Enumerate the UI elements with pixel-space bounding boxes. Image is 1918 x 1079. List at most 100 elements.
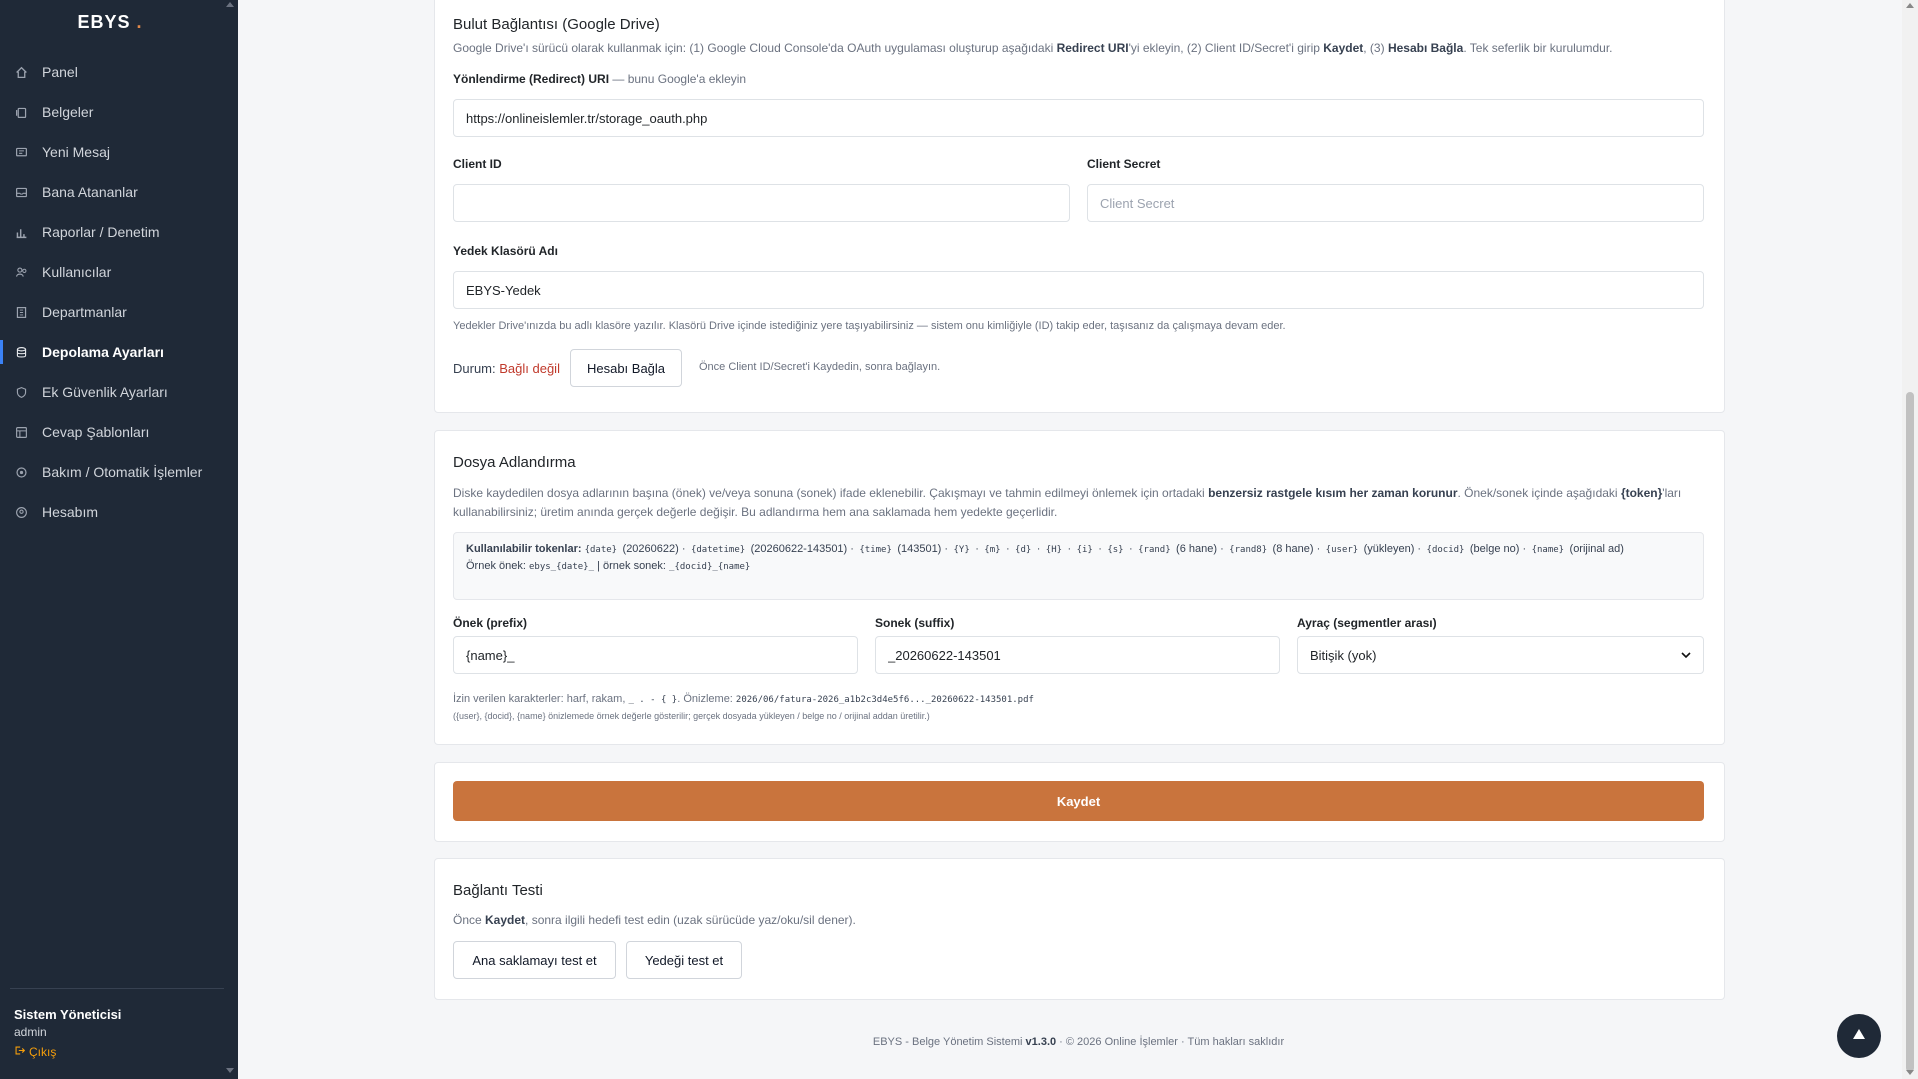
sidebar-item-kullanicilar[interactable]: Kullanıcılar [0, 252, 238, 292]
database-icon [14, 345, 28, 359]
status-label: Durum: [453, 361, 496, 376]
template-icon [14, 425, 28, 439]
client-secret-label: Client Secret [1087, 157, 1161, 171]
token-description: (6 hane) [1176, 543, 1218, 555]
sidebar-scroll-down-arrow[interactable] [226, 1068, 234, 1073]
token-code: {rand8} [1223, 545, 1273, 555]
example-suffix: _{docid}_{name} [669, 562, 751, 572]
tokens-label: Kullanılabilir tokenlar: [466, 543, 582, 555]
logout-link[interactable]: Çıkış [14, 1045, 121, 1059]
sidebar-item-depolama-ayarlari[interactable]: Depolama Ayarları [0, 332, 238, 372]
cloud-desc-part: 'yi ekleyin, (2) Client ID/Secret'i giri… [1128, 41, 1324, 55]
connect-account-button[interactable]: Hesabı Bağla [570, 349, 682, 387]
token-description: (orijinal ad) [1569, 543, 1624, 555]
logout-label: Çıkış [29, 1045, 57, 1059]
token-separator: · [678, 543, 686, 555]
shield-icon [14, 385, 28, 399]
scroll-down-arrow[interactable] [1906, 1070, 1914, 1075]
sidebar-item-belgeler[interactable]: Belgeler [0, 92, 238, 132]
redirect-uri-field[interactable] [453, 99, 1704, 137]
token-code: {m} [978, 545, 1006, 555]
cloud-desc-bold: Kaydet [1323, 41, 1364, 55]
footer-copyright: · © 2026 Online İşlemler · Tüm hakları s… [1056, 1036, 1285, 1048]
token-description: (yükleyen) [1363, 543, 1415, 555]
token-description: (143501) [897, 543, 942, 555]
test-backup-button[interactable]: Yedeği test et [626, 941, 742, 979]
filename-preview: 2026/06/fatura-2026_a1b2c3d4e5f6..._2026… [735, 695, 1034, 705]
naming-description: Diske kaydedilen dosya adlarının başına … [453, 484, 1708, 522]
separator-select[interactable]: Bitişik (yok) [1297, 636, 1704, 674]
allowed-text: İzin verilen karakterler: harf, rakam, [453, 693, 629, 705]
token-code: {s} [1101, 545, 1130, 555]
test-card-title: Bağlantı Testi [453, 882, 543, 899]
sidebar-divider [10, 988, 224, 989]
token-code: {time} [853, 545, 898, 555]
token-code: {date} [584, 545, 623, 555]
sidebar-item-bakim[interactable]: Bakım / Otomatik İşlemler [0, 452, 238, 492]
sidebar-item-yeni-mesaj[interactable]: Yeni Mesaj [0, 132, 238, 172]
cloud-card-title: Bulut Bağlantısı (Google Drive) [453, 16, 660, 33]
sidebar-item-label: Bakım / Otomatik İşlemler [42, 464, 203, 480]
test-main-storage-button[interactable]: Ana saklamayı test et [453, 941, 616, 979]
token-code: {d} [1009, 545, 1037, 555]
client-id-label: Client ID [453, 157, 502, 171]
scrollbar-thumb[interactable] [1906, 392, 1914, 1072]
suffix-field[interactable] [875, 636, 1280, 674]
sidebar-item-label: Bana Atananlar [42, 184, 138, 200]
footer-version: v1.3.0 [1025, 1036, 1057, 1048]
page-scrollbar[interactable] [1902, 0, 1918, 1079]
token-separator: · [1217, 543, 1224, 555]
footer-text: EBYS - Belge Yönetim Sistemi [872, 1036, 1026, 1048]
test-desc-part: , sonra ilgili hedefi test edin (uzak sü… [525, 913, 856, 927]
cloud-desc-part: . Tek seferlik bir kurulumdur. [1463, 41, 1613, 55]
token-code: {H} [1040, 545, 1068, 555]
sidebar-item-raporlar[interactable]: Raporlar / Denetim [0, 212, 238, 252]
prefix-label: Önek (prefix) [453, 616, 528, 630]
sidebar-item-departmanlar[interactable]: Departmanlar [0, 292, 238, 332]
token-code: {rand} [1132, 545, 1177, 555]
sidebar-scroll-up-arrow[interactable] [226, 2, 234, 7]
logout-icon [14, 1045, 26, 1059]
home-icon [14, 65, 28, 79]
sidebar-item-hesabim[interactable]: Hesabım [0, 492, 238, 532]
allowed-characters: İzin verilen karakterler: harf, rakam, _… [453, 693, 1034, 705]
redirect-uri-label: Yönlendirme (Redirect) URI — bunu Google… [453, 72, 746, 86]
sidebar: EBYS. Panel Belgeler Yeni Mesaj Bana Ata… [0, 0, 238, 1079]
scroll-to-top-button[interactable] [1837, 1014, 1881, 1058]
client-secret-field[interactable] [1087, 184, 1704, 222]
brand-name: EBYS [77, 12, 131, 32]
sidebar-item-label: Departmanlar [42, 304, 127, 320]
client-id-field[interactable] [453, 184, 1070, 222]
sidebar-item-label: Hesabım [42, 504, 99, 520]
prefix-field[interactable] [453, 636, 858, 674]
sidebar-item-label: Belgeler [42, 104, 94, 120]
token-code: {name} [1526, 545, 1570, 555]
sidebar-item-bana-atananlar[interactable]: Bana Atananlar [0, 172, 238, 212]
scroll-up-arrow[interactable] [1906, 3, 1914, 8]
connect-hint: Önce Client ID/Secret'i Kaydedin, sonra … [699, 361, 941, 373]
inbox-icon [14, 185, 28, 199]
sidebar-item-panel[interactable]: Panel [0, 52, 238, 92]
token-description: (20260622-143501) [750, 543, 848, 555]
token-code: {Y} [948, 545, 976, 555]
brand-logo[interactable]: EBYS. [0, 12, 220, 33]
backup-folder-field[interactable] [453, 271, 1704, 309]
test-desc-part: Önce [453, 913, 486, 927]
sidebar-nav: Panel Belgeler Yeni Mesaj Bana Atananlar… [0, 52, 238, 532]
backup-folder-label: Yedek Klasörü Adı [453, 244, 558, 258]
chevron-down-icon [1681, 648, 1691, 663]
naming-note: ({user}, {docid}, {name} önizlemede örne… [453, 711, 930, 721]
sidebar-item-cevap-sablonlari[interactable]: Cevap Şablonları [0, 412, 238, 452]
token-code: {docid} [1421, 545, 1470, 555]
sidebar-item-label: Depolama Ayarları [42, 344, 164, 360]
save-button[interactable]: Kaydet [453, 781, 1704, 821]
connection-test-card: Bağlantı Testi Önce Kaydet, sonra ilgili… [434, 858, 1725, 1000]
naming-desc-part: . Önek/sonek içinde aşağıdaki [1457, 486, 1618, 500]
sidebar-item-ek-guvenlik[interactable]: Ek Güvenlik Ayarları [0, 372, 238, 412]
naming-desc-bold: {token} [1620, 486, 1663, 500]
connection-status: Durum: Bağlı değil [453, 361, 560, 376]
redirect-hint: — bunu Google'a ekleyin [609, 72, 747, 86]
token-list: {date} (20260622) · {datetime} (20260622… [585, 543, 1624, 555]
gear-icon [14, 465, 28, 479]
token-separator: · [847, 543, 854, 555]
